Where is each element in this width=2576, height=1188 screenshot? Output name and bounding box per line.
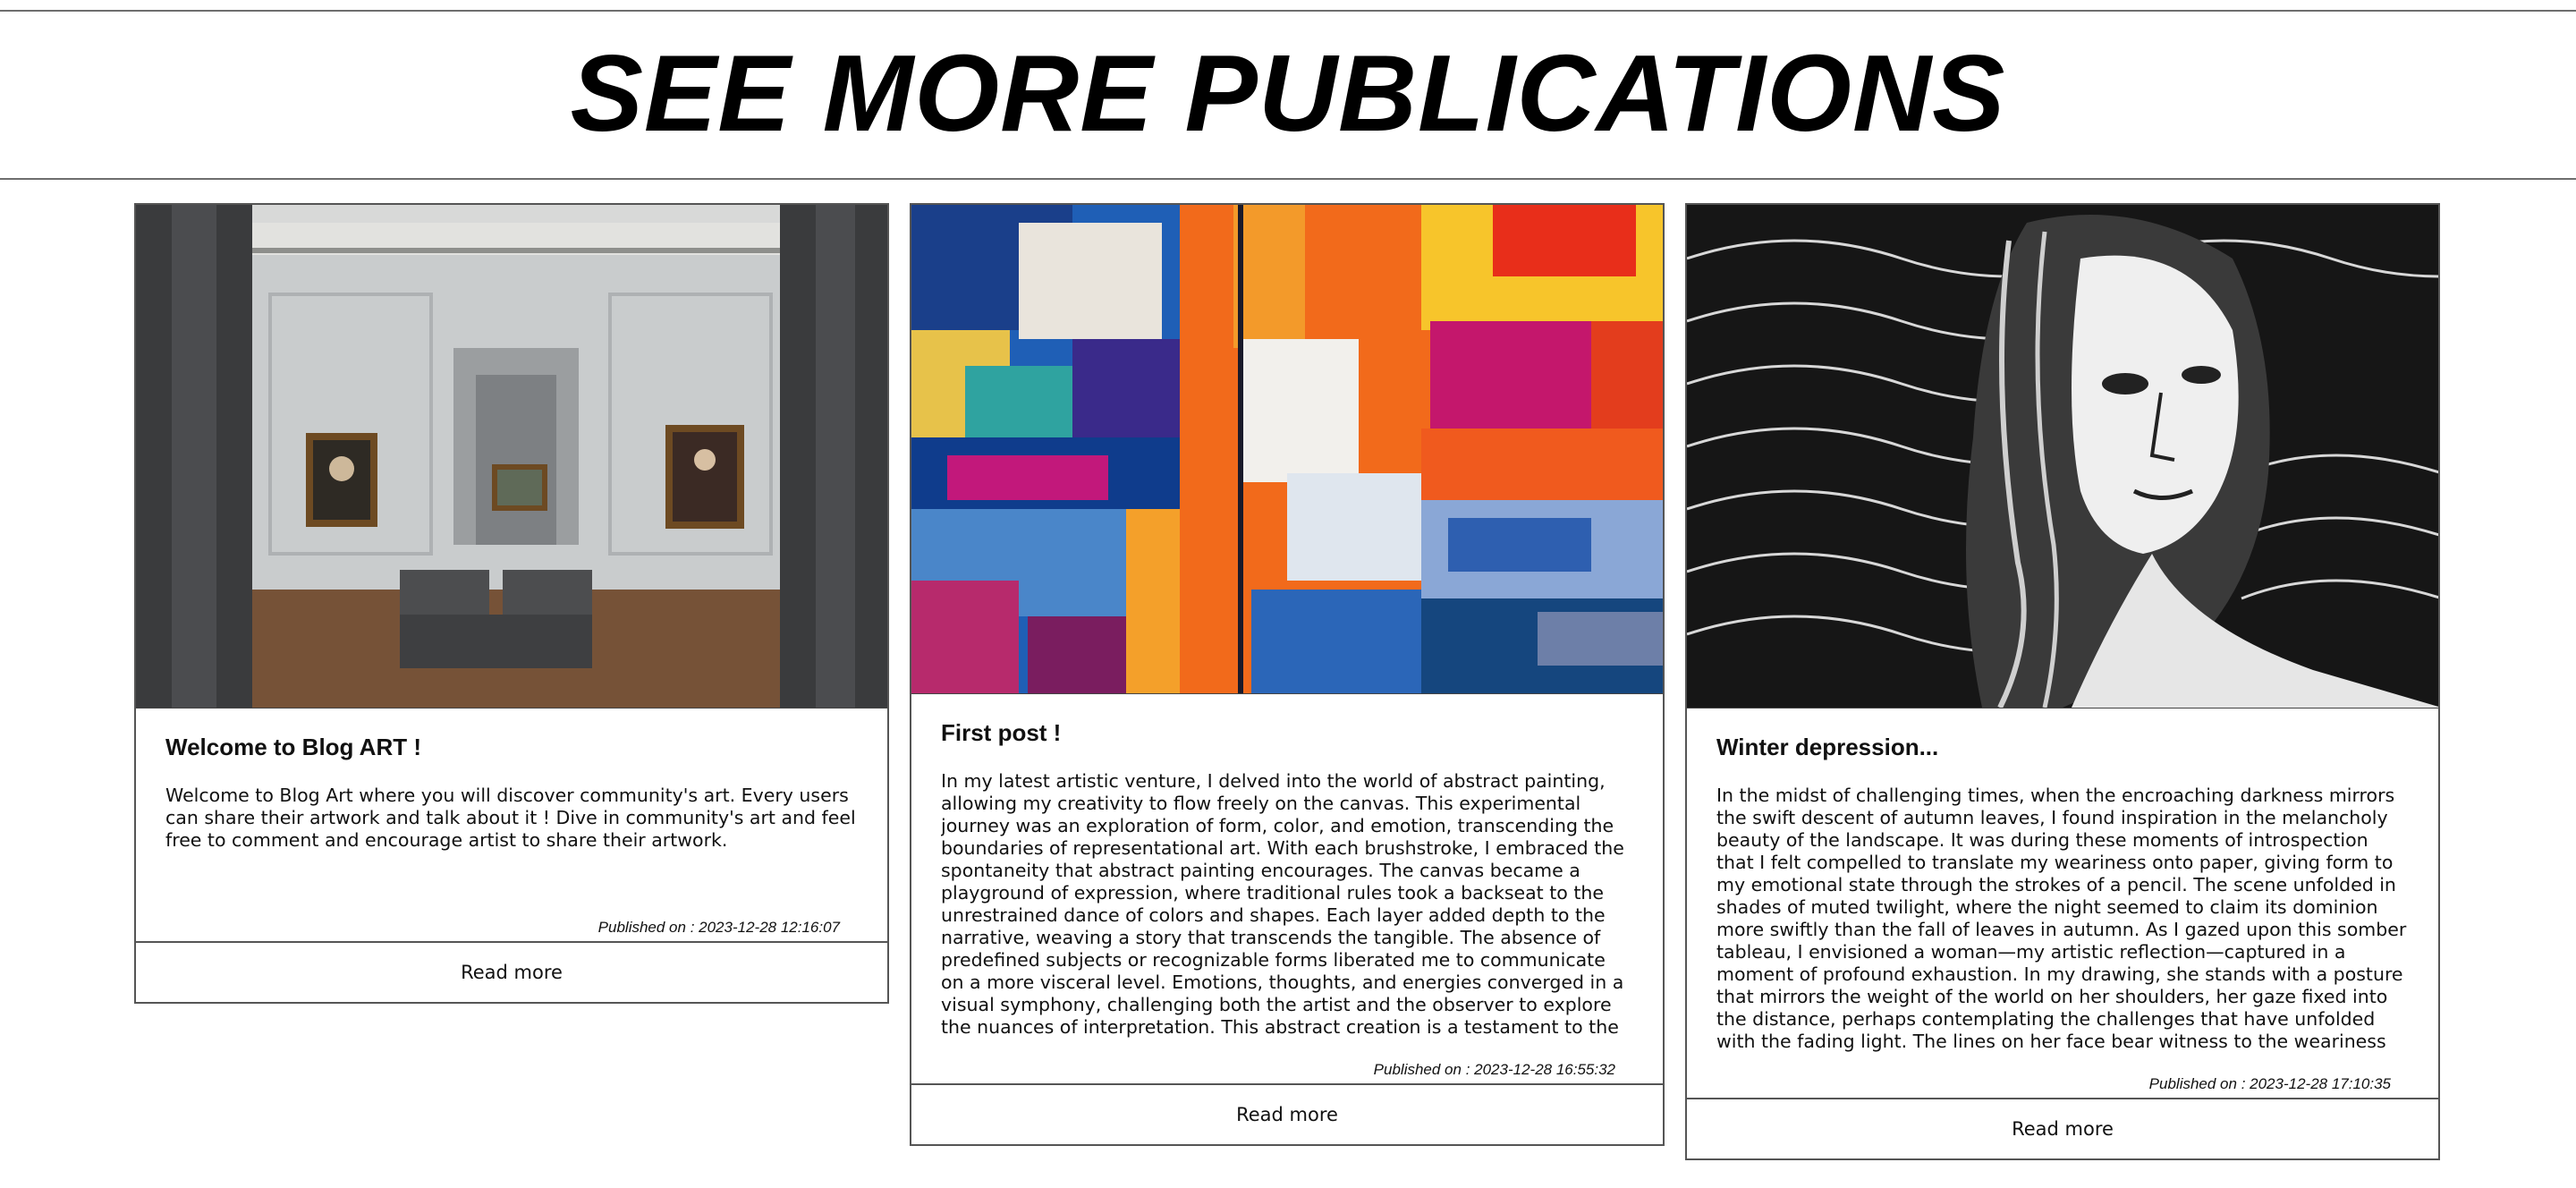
post-card: First post ! In my latest artistic ventu… xyxy=(910,203,1665,1146)
read-more-button[interactable]: Read more xyxy=(911,1083,1663,1144)
post-card: Winter depression... In the midst of cha… xyxy=(1685,203,2440,1160)
post-image[interactable] xyxy=(136,205,887,709)
page-title: SEE MORE PUBLICATIONS xyxy=(570,32,2006,154)
post-image[interactable] xyxy=(1687,205,2438,709)
post-image[interactable] xyxy=(911,205,1663,694)
post-date: Published on : 2023-12-28 16:55:32 xyxy=(1373,1061,1615,1078)
post-excerpt: In the midst of challenging times, when … xyxy=(1716,785,2407,1052)
woman-drawing-image xyxy=(1687,205,2438,708)
read-more-button[interactable]: Read more xyxy=(1687,1098,2438,1158)
post-date: Published on : 2023-12-28 17:10:35 xyxy=(2148,1075,2391,1092)
post-excerpt: Welcome to Blog Art where you will disco… xyxy=(165,785,856,851)
abstract-painting-image xyxy=(911,205,1663,693)
post-title: Welcome to Blog ART ! xyxy=(165,734,421,760)
header-top-divider xyxy=(0,10,2576,12)
museum-gallery-image xyxy=(136,205,887,708)
post-card: Welcome to Blog ART ! Welcome to Blog Ar… xyxy=(134,203,889,1004)
read-more-button[interactable]: Read more xyxy=(136,941,887,1002)
post-title: First post ! xyxy=(941,719,1062,746)
post-title: Winter depression... xyxy=(1716,734,1939,760)
post-excerpt: In my latest artistic venture, I delved … xyxy=(941,770,1624,1038)
header-bottom-divider xyxy=(0,178,2576,180)
post-date: Published on : 2023-12-28 12:16:07 xyxy=(597,919,840,936)
